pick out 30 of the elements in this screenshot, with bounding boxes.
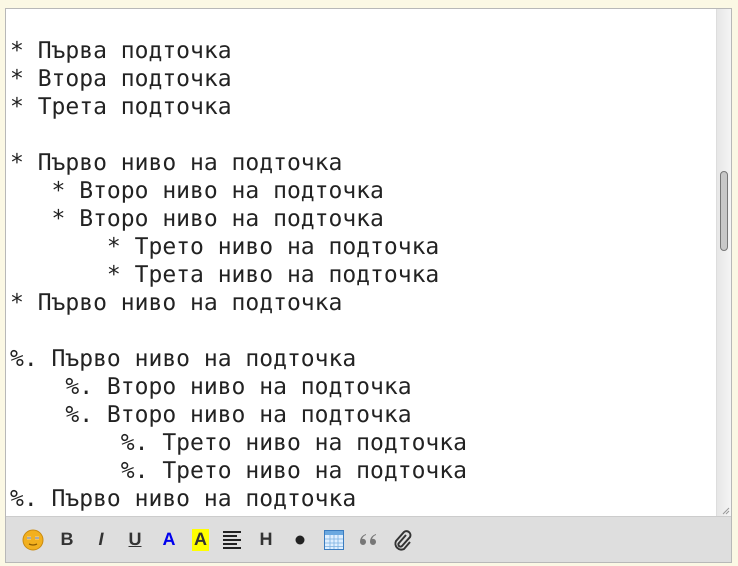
text-line: * Втора подточка: [10, 65, 232, 93]
text-line: * Второ ниво на подточка: [50, 205, 384, 233]
format-button[interactable]: U: [124, 526, 146, 552]
format-button[interactable]: A: [158, 526, 180, 552]
quote-icon: [358, 532, 378, 546]
text-line: * Първо ниво на подточка: [10, 289, 342, 317]
align-left-icon: [222, 530, 242, 550]
paperclip-icon: [392, 528, 412, 550]
scroll-thumb[interactable]: [720, 171, 728, 251]
format-button[interactable]: A: [192, 528, 209, 550]
text-line: %. Второ ниво на подточка: [64, 373, 412, 401]
format-button[interactable]: H: [255, 526, 277, 552]
text-line: %. Второ ниво на подточка: [64, 401, 412, 429]
scrollbar[interactable]: [716, 9, 731, 516]
text-line: * Първо ниво на подточка: [10, 149, 342, 177]
text-line: %. Трето ниво на подточка: [120, 429, 467, 457]
text-line: * Трета подточка: [10, 93, 232, 121]
text-line: %. Трето ниво на подточка: [120, 457, 467, 485]
text-line: %. Първо ниво на подточка: [10, 345, 356, 373]
format-button[interactable]: B: [56, 526, 78, 552]
text-line: * Трето ниво на подточка: [106, 233, 440, 261]
text-line: * Трета ниво на подточка: [106, 261, 440, 289]
table-icon: [324, 530, 344, 550]
format-button[interactable]: I: [90, 526, 112, 552]
resize-grip[interactable]: [720, 505, 730, 515]
smiley-icon: [22, 528, 44, 550]
bullet-icon: [295, 534, 305, 544]
text-line: * Първа подточка: [10, 37, 232, 65]
text-line: * Второ ниво на подточка: [50, 177, 384, 205]
text-line: %. Първо ниво на подточка: [10, 485, 356, 513]
